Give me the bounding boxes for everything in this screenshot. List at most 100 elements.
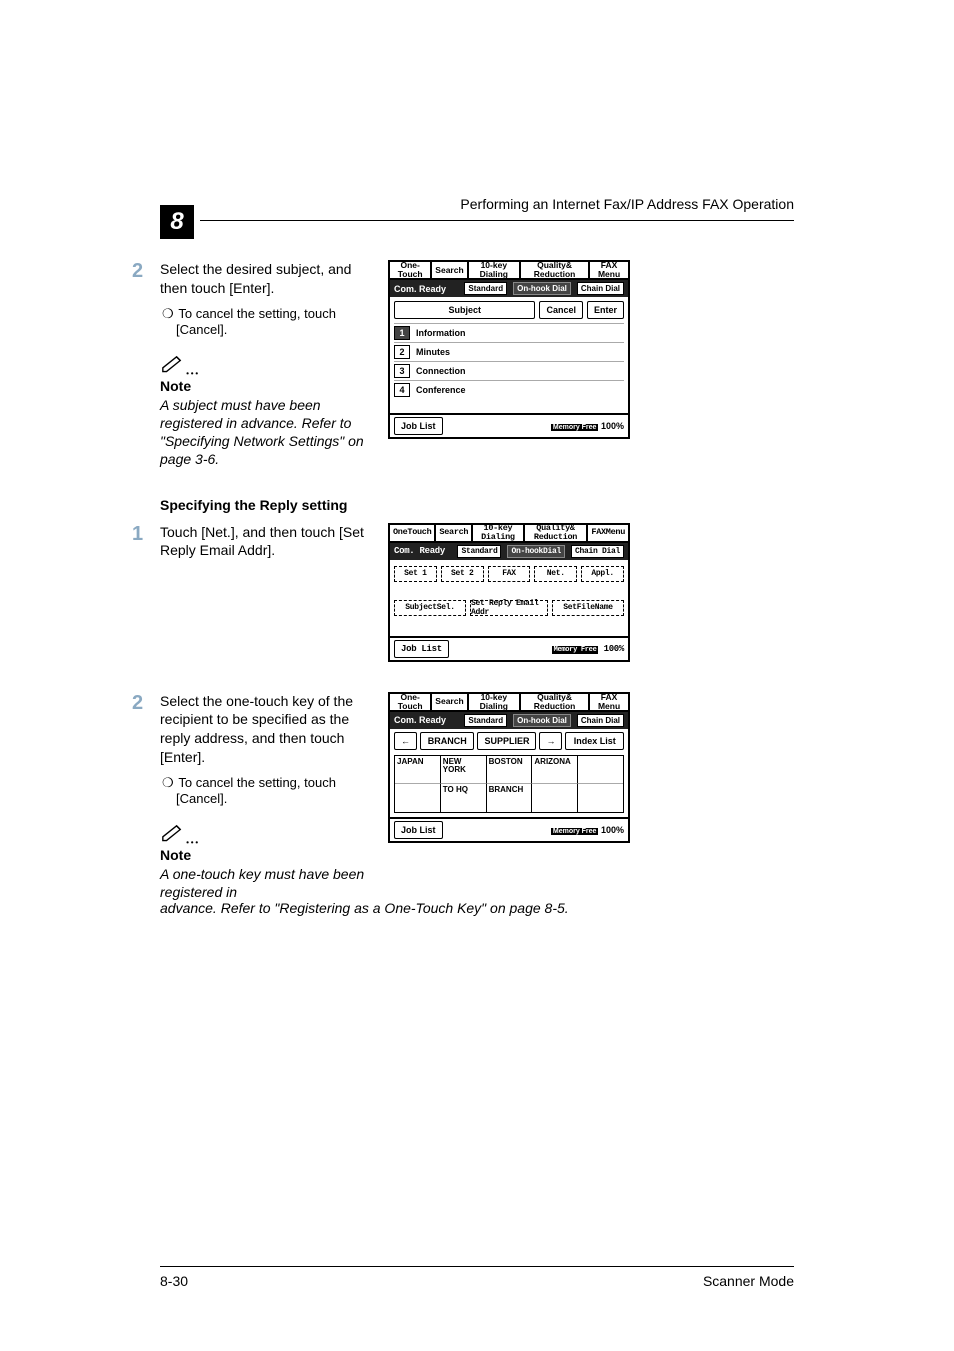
tab-search[interactable]: Search: [436, 525, 473, 543]
onetouch-cell[interactable]: TO HQ: [441, 784, 487, 812]
subject-item[interactable]: 2 Minutes: [394, 342, 624, 361]
setreply-button[interactable]: Set Reply Email Addr: [470, 600, 548, 616]
item-label: Conference: [416, 385, 466, 395]
subject-item[interactable]: 4 Conference: [394, 380, 624, 399]
screen-onetouch: One-Touch Search 10-key Dialing Quality&…: [388, 692, 630, 843]
chain-dial-button[interactable]: Chain Dial: [571, 545, 624, 558]
onhook-button[interactable]: On-hook Dial: [513, 282, 571, 295]
onetouch-cell[interactable]: JAPAN: [395, 756, 441, 784]
appl-button[interactable]: Appl.: [581, 566, 624, 582]
heading-specify-reply: Specifying the Reply setting: [160, 497, 804, 513]
step1: 1 Touch [Net.], and then touch [Set Repl…: [160, 523, 370, 561]
note-body-bottom: advance. Refer to "Registering as a One-…: [160, 899, 804, 918]
onetouch-cell[interactable]: [532, 784, 578, 812]
tab-10key[interactable]: 10-key Dialing: [469, 694, 521, 712]
nav-right-button[interactable]: →: [539, 732, 562, 750]
set2-button[interactable]: Set 2: [441, 566, 484, 582]
memory-pct: 100%: [604, 644, 624, 654]
fax-button[interactable]: FAX: [488, 566, 531, 582]
step2-sub-text: To cancel the setting, touch [Cancel].: [176, 306, 336, 337]
onetouch-cell[interactable]: BOSTON: [487, 756, 533, 784]
branch-button[interactable]: BRANCH: [420, 732, 474, 750]
item-num: 4: [394, 383, 410, 397]
tab-faxmenu[interactable]: FAX Menu: [590, 262, 628, 280]
joblist-button[interactable]: Job List: [394, 821, 443, 839]
chapter-badge: 8: [160, 205, 194, 239]
step2b-sub-text: To cancel the setting, touch [Cancel].: [176, 775, 336, 806]
tab-quality[interactable]: Quality& Reduction: [525, 525, 589, 543]
memory-label: Memory Free: [551, 828, 599, 835]
onhook-button[interactable]: On-hook Dial: [513, 714, 571, 727]
onhook-button[interactable]: On-hookDial: [507, 545, 565, 558]
page: 8 Performing an Internet Fax/IP Address …: [0, 0, 954, 1351]
setfilename-button[interactable]: SetFileName: [552, 600, 624, 616]
tab-onetouch[interactable]: OneTouch: [390, 525, 436, 543]
screen-net: OneTouch Search 10-key Dialing Quality& …: [388, 523, 630, 662]
chain-dial-button[interactable]: Chain Dial: [577, 714, 624, 727]
net-button[interactable]: Net.: [534, 566, 577, 582]
item-label: Information: [416, 328, 466, 338]
item-num: 1: [394, 326, 410, 340]
page-number: 8-30: [160, 1273, 188, 1289]
screen-subject: One-Touch Search 10-key Dialing Quality&…: [388, 260, 630, 439]
status-label: Com. Ready: [394, 284, 446, 294]
tab-onetouch[interactable]: One-Touch: [390, 694, 432, 712]
index-list-button[interactable]: Index List: [565, 732, 624, 750]
step2: 2 Select the desired subject, and then t…: [160, 260, 370, 337]
memory-label: Memory Free: [551, 424, 599, 431]
step1-text: Touch [Net.], and then touch [Set Reply …: [160, 523, 370, 561]
joblist-button[interactable]: Job List: [394, 417, 443, 435]
bullet-icon: ❍: [162, 775, 171, 791]
tab-faxmenu[interactable]: FAX Menu: [590, 694, 628, 712]
onetouch-cell[interactable]: NEW YORK: [441, 756, 487, 784]
onetouch-cell[interactable]: [578, 784, 623, 812]
subjectsel-button[interactable]: SubjectSel.: [394, 600, 466, 616]
standard-button[interactable]: Standard: [464, 282, 507, 295]
onetouch-grid: JAPAN NEW YORK BOSTON ARIZONA TO HQ BRAN…: [394, 755, 624, 813]
onetouch-cell[interactable]: ARIZONA: [532, 756, 578, 784]
joblist-button[interactable]: Job List: [394, 640, 449, 658]
chain-dial-button[interactable]: Chain Dial: [577, 282, 624, 295]
set1-button[interactable]: Set 1: [394, 566, 437, 582]
step2b-sub: ❍ To cancel the setting, touch [Cancel].: [176, 775, 370, 806]
onetouch-cell[interactable]: BRANCH: [487, 784, 533, 812]
step-number: 1: [132, 523, 143, 546]
tab-quality[interactable]: Quality& Reduction: [521, 262, 590, 280]
enter-button[interactable]: Enter: [587, 301, 624, 319]
onetouch-cell[interactable]: [395, 784, 441, 812]
tab-10key[interactable]: 10-key Dialing: [469, 262, 521, 280]
item-num: 2: [394, 345, 410, 359]
tab-10key[interactable]: 10-key Dialing: [473, 525, 524, 543]
item-label: Minutes: [416, 347, 450, 357]
tab-faxmenu[interactable]: FAXMenu: [588, 525, 628, 543]
page-title: Performing an Internet Fax/IP Address FA…: [460, 196, 794, 212]
nav-left-button[interactable]: ←: [394, 732, 417, 750]
bullet-icon: ❍: [162, 306, 171, 322]
subject-item[interactable]: 3 Connection: [394, 361, 624, 380]
supplier-button[interactable]: SUPPLIER: [477, 732, 536, 750]
subject-label: Subject: [394, 301, 535, 319]
step2b: 2 Select the one-touch key of the recipi…: [160, 692, 370, 807]
step2b-text: Select the one-touch key of the recipien…: [160, 692, 370, 768]
tab-search[interactable]: Search: [432, 694, 468, 712]
item-num: 3: [394, 364, 410, 378]
footer-mode: Scanner Mode: [703, 1273, 794, 1289]
status-label: Com. Ready: [394, 715, 446, 725]
step-number: 2: [132, 692, 143, 715]
standard-button[interactable]: Standard: [464, 714, 507, 727]
tab-quality[interactable]: Quality& Reduction: [521, 694, 590, 712]
onetouch-cell[interactable]: [578, 756, 623, 784]
memory-pct: 100%: [601, 825, 624, 835]
tab-search[interactable]: Search: [432, 262, 468, 280]
standard-button[interactable]: Standard: [457, 545, 501, 558]
status-label: Com. Ready: [394, 546, 445, 556]
note-body-top: A one-touch key must have been registere…: [160, 865, 370, 901]
memory-pct: 100%: [601, 421, 624, 431]
note-body: A subject must have been registered in a…: [160, 396, 370, 469]
subject-item[interactable]: 1 Information: [394, 323, 624, 342]
item-label: Connection: [416, 366, 466, 376]
step-number: 2: [132, 260, 143, 283]
step2-sub: ❍ To cancel the setting, touch [Cancel].: [176, 306, 370, 337]
tab-onetouch[interactable]: One-Touch: [390, 262, 432, 280]
cancel-button[interactable]: Cancel: [539, 301, 583, 319]
